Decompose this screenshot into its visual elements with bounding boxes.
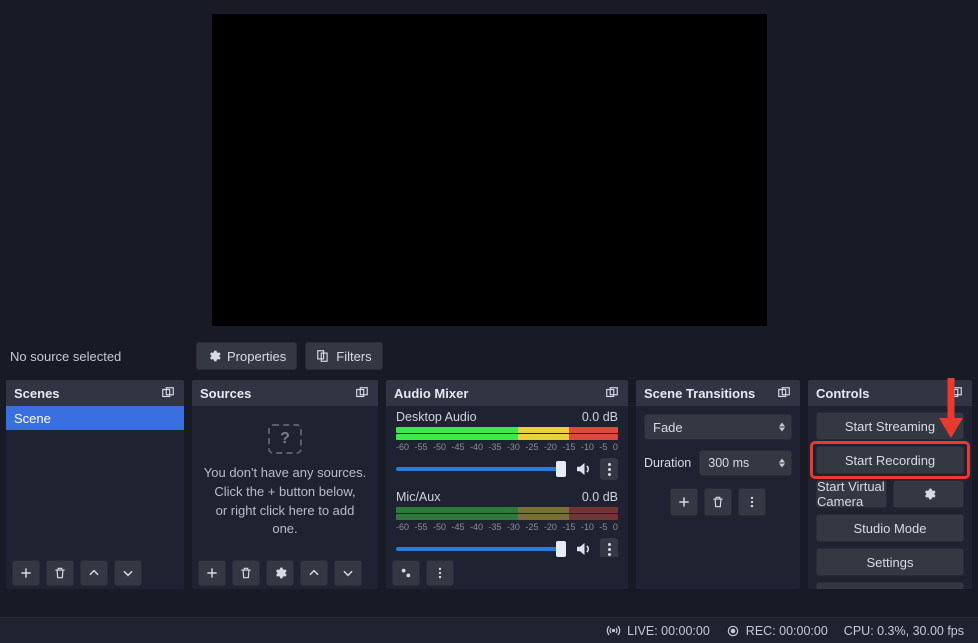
properties-button[interactable]: Properties <box>196 342 297 370</box>
filters-button[interactable]: Filters <box>305 342 382 370</box>
remove-source-button[interactable] <box>232 560 260 586</box>
controls-title: Controls <box>816 386 869 401</box>
add-source-button[interactable] <box>198 560 226 586</box>
transitions-title: Scene Transitions <box>644 386 755 401</box>
transition-selected: Fade <box>653 420 683 435</box>
scene-down-button[interactable] <box>114 560 142 586</box>
remove-scene-button[interactable] <box>46 560 74 586</box>
transitions-dock: Scene Transitions Fade Duration 300 ms <box>636 380 800 589</box>
properties-label: Properties <box>227 349 286 364</box>
transition-menu-button[interactable] <box>738 488 766 516</box>
start-virtual-camera-button[interactable]: Start Virtual Camera <box>816 480 887 508</box>
source-up-button[interactable] <box>300 560 328 586</box>
meter-ticks: -60-55-50-45-40-35-30-25-20-15-10-50 <box>396 522 618 532</box>
source-properties-button[interactable] <box>266 560 294 586</box>
duration-label: Duration <box>644 456 691 470</box>
record-icon <box>726 624 740 638</box>
audio-meter <box>396 427 618 433</box>
scene-up-button[interactable] <box>80 560 108 586</box>
audio-mixer-dock: Audio Mixer Desktop Audio 0.0 dB -60-55-50… <box>386 380 628 589</box>
channel-level: 0.0 dB <box>582 410 618 424</box>
no-source-label: No source selected <box>8 349 188 364</box>
source-down-button[interactable] <box>334 560 362 586</box>
start-streaming-button[interactable]: Start Streaming <box>816 412 964 440</box>
filters-label: Filters <box>336 349 371 364</box>
popout-icon[interactable] <box>354 385 370 401</box>
speaker-icon[interactable] <box>574 460 592 478</box>
dock-row: Scenes Scene Sources ? You don't have an… <box>0 376 978 589</box>
sources-dock: Sources ? You don't have any sources. Cl… <box>192 380 378 589</box>
gear-icon <box>207 349 221 363</box>
channel-menu-button[interactable] <box>600 458 618 480</box>
speaker-icon[interactable] <box>574 540 592 557</box>
mixer-channel: Desktop Audio 0.0 dB -60-55-50-45-40-35-30… <box>396 410 618 480</box>
popout-icon[interactable] <box>604 385 620 401</box>
sources-empty-text: You don't have any sources. Click the + … <box>202 464 368 539</box>
channel-name: Mic/Aux <box>396 490 440 504</box>
add-transition-button[interactable] <box>670 488 698 516</box>
mixer-menu-button[interactable] <box>426 560 454 586</box>
controls-dock: Controls Start Streaming Start Recording… <box>808 380 972 589</box>
transition-select[interactable]: Fade <box>644 414 792 440</box>
scenes-title: Scenes <box>14 386 60 401</box>
virtual-camera-settings-button[interactable] <box>893 480 964 508</box>
sources-list[interactable]: ? You don't have any sources. Click the … <box>192 406 378 557</box>
audio-meter <box>396 514 618 520</box>
volume-slider[interactable] <box>396 547 566 551</box>
scene-item[interactable]: Scene <box>6 406 184 430</box>
preview-area <box>0 0 978 336</box>
updown-icon <box>779 423 785 432</box>
status-live[interactable]: LIVE: 00:00:00 <box>606 623 710 638</box>
exit-button[interactable]: Exit <box>816 582 964 589</box>
studio-mode-button[interactable]: Studio Mode <box>816 514 964 542</box>
channel-level: 0.0 dB <box>582 490 618 504</box>
volume-slider[interactable] <box>396 467 566 471</box>
popout-icon[interactable] <box>160 385 176 401</box>
source-toolbar: No source selected Properties Filters <box>0 336 978 376</box>
status-cpu: CPU: 0.3%, 30.00 fps <box>844 624 964 638</box>
preview-canvas[interactable] <box>212 14 767 326</box>
scenes-dock: Scenes Scene <box>6 380 184 589</box>
mixer-channel: Mic/Aux 0.0 dB -60-55-50-45-40-35-30-25-20… <box>396 490 618 557</box>
sources-title: Sources <box>200 386 251 401</box>
scenes-list[interactable]: Scene <box>6 406 184 557</box>
status-rec[interactable]: REC: 00:00:00 <box>726 624 828 638</box>
duration-value: 300 ms <box>708 456 749 470</box>
mixer-advanced-button[interactable] <box>392 560 420 586</box>
channel-name: Desktop Audio <box>396 410 477 424</box>
settings-button[interactable]: Settings <box>816 548 964 576</box>
status-bar: LIVE: 00:00:00 REC: 00:00:00 CPU: 0.3%, … <box>0 617 978 643</box>
mixer-title: Audio Mixer <box>394 386 468 401</box>
start-recording-button[interactable]: Start Recording <box>816 446 964 474</box>
question-icon: ? <box>268 424 302 454</box>
popout-icon[interactable] <box>948 385 964 401</box>
add-scene-button[interactable] <box>12 560 40 586</box>
audio-meter <box>396 434 618 440</box>
remove-transition-button[interactable] <box>704 488 732 516</box>
popout-icon[interactable] <box>776 385 792 401</box>
broadcast-icon <box>606 623 621 638</box>
meter-ticks: -60-55-50-45-40-35-30-25-20-15-10-50 <box>396 442 618 452</box>
updown-icon <box>779 459 785 468</box>
audio-meter <box>396 507 618 513</box>
filters-icon <box>316 349 330 363</box>
duration-input[interactable]: 300 ms <box>699 450 792 476</box>
channel-menu-button[interactable] <box>600 538 618 557</box>
